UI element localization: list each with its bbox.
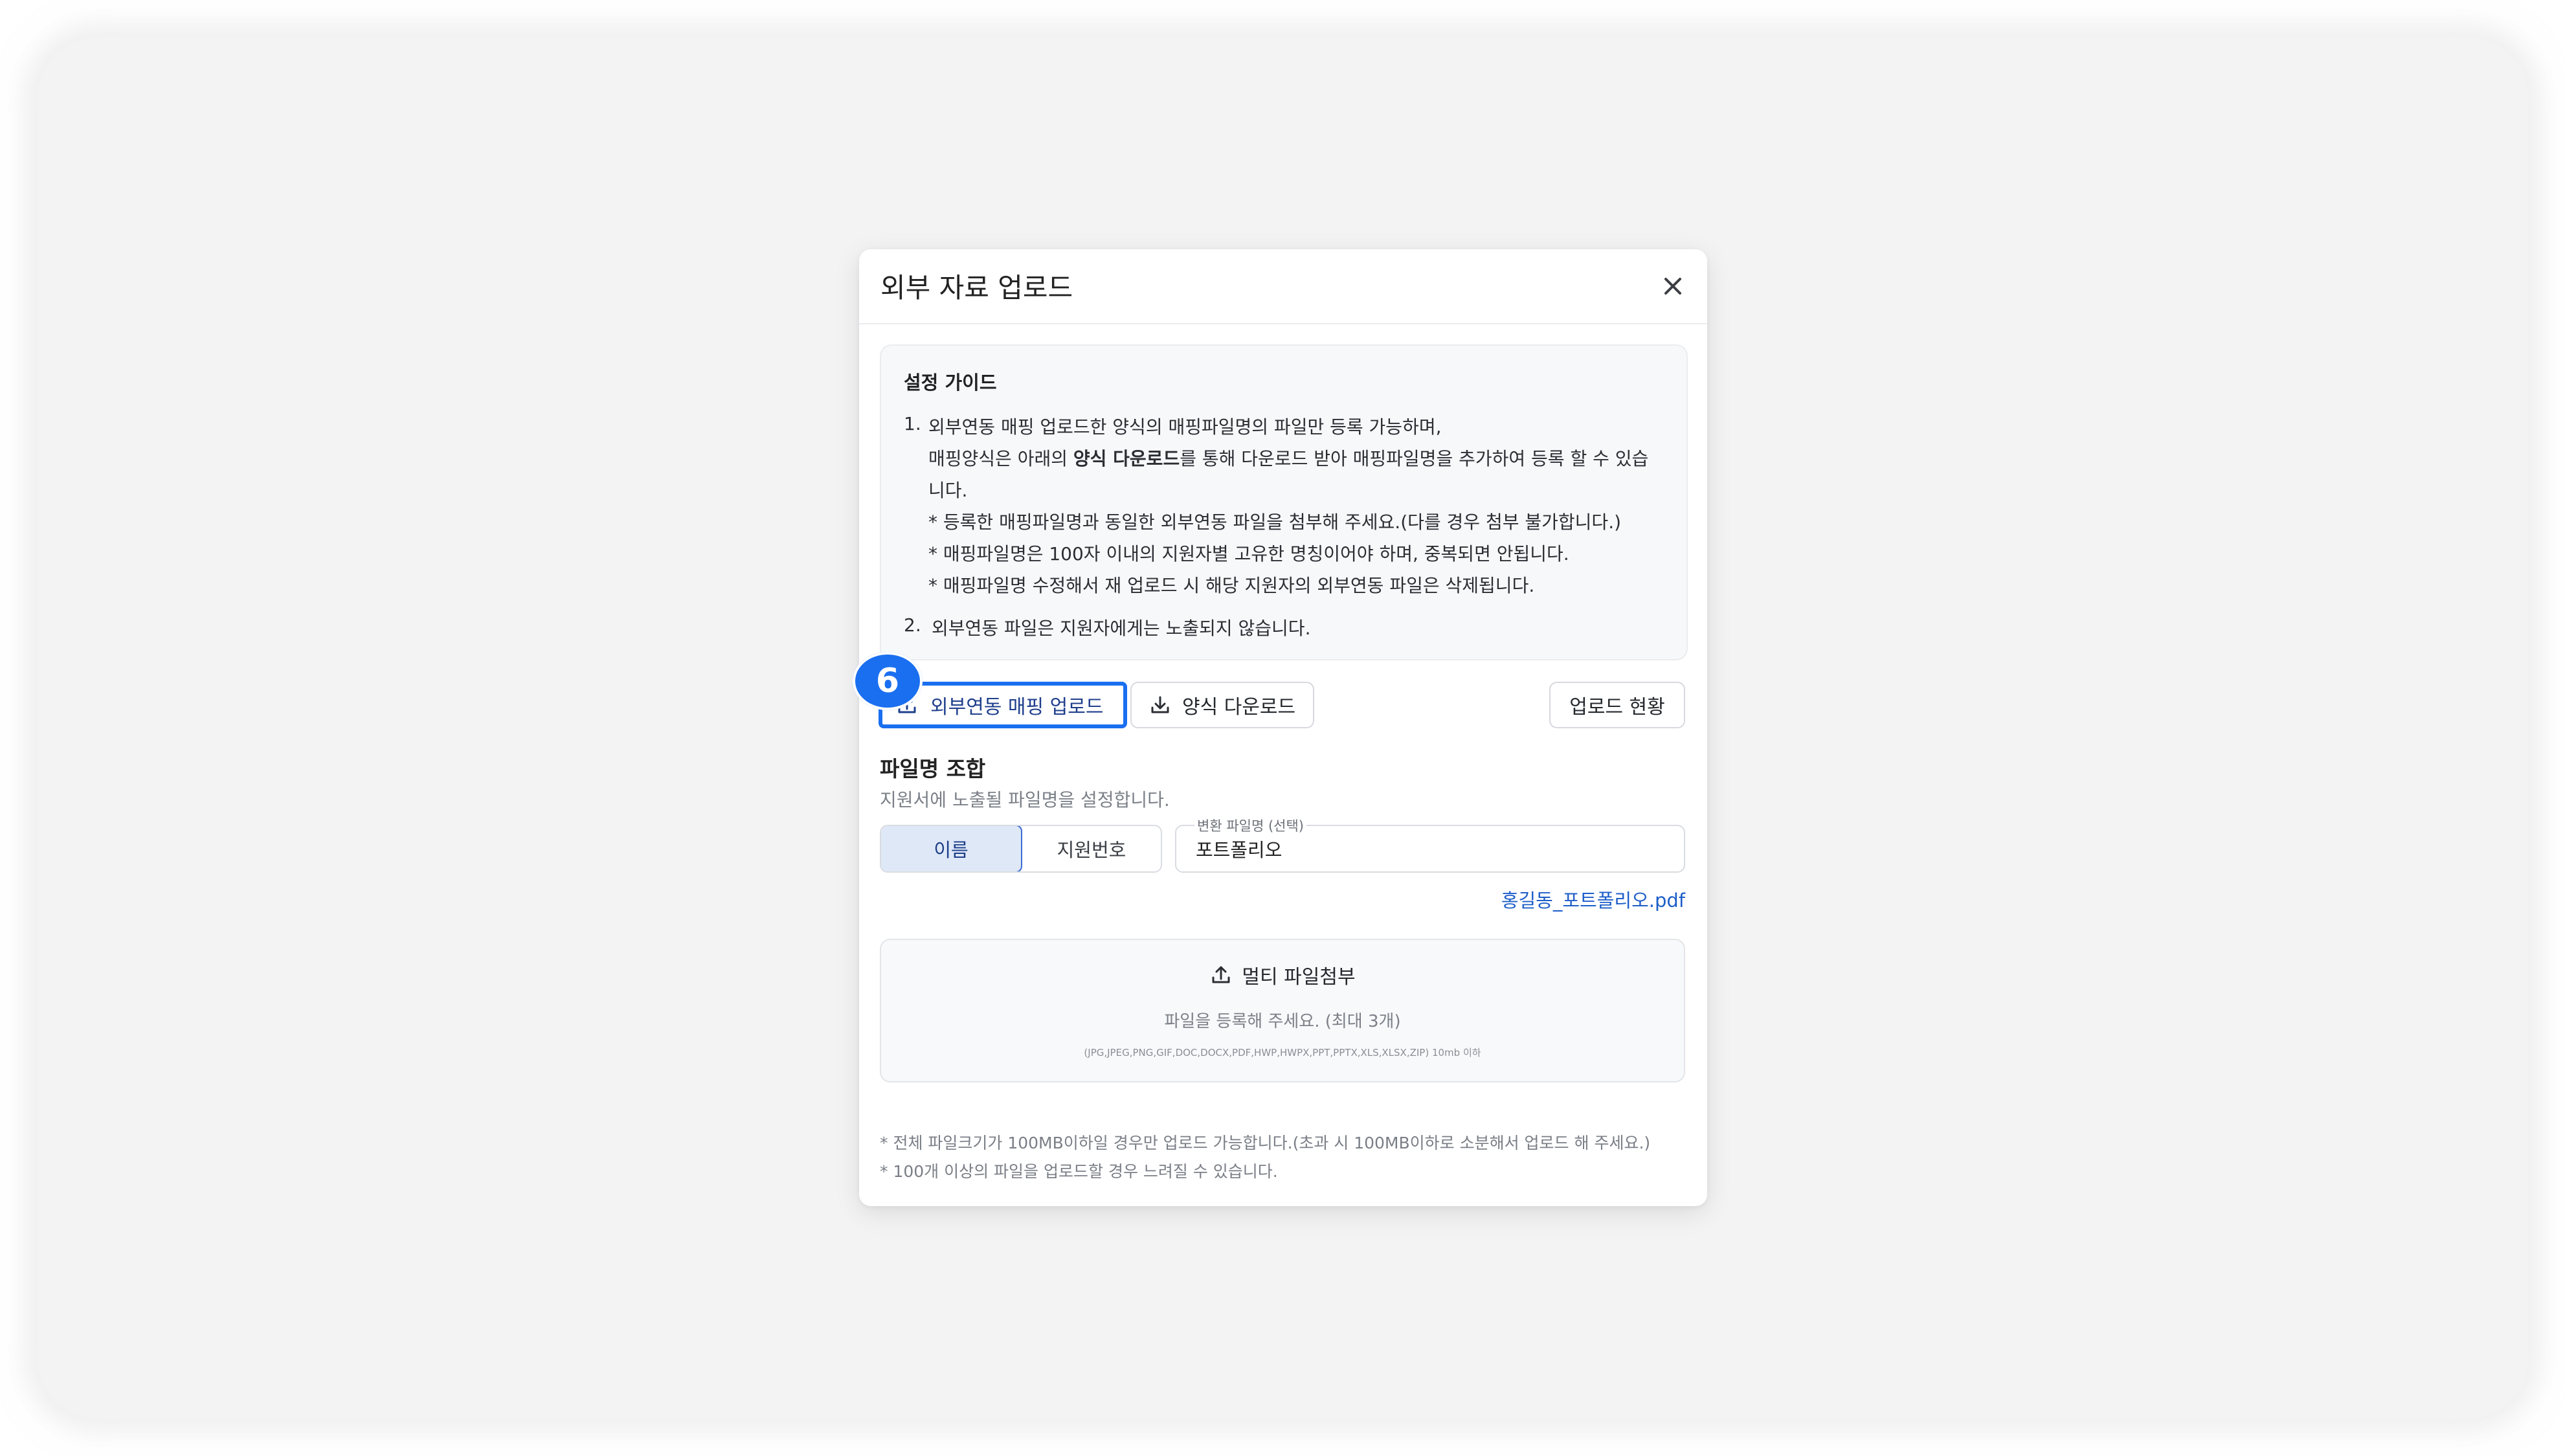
template-download-label: 양식 다운로드 bbox=[1182, 696, 1296, 719]
guide-bullet-2: * 매핑파일명은 100자 이내의 지원자별 고유한 명칭이어야 하며, 중복되… bbox=[928, 543, 1569, 565]
setup-guide-box: 설정 가이드 1. 외부연동 매핑 업로드한 양식의 매핑파일명의 파일만 등록… bbox=[880, 344, 1688, 660]
close-icon[interactable] bbox=[1657, 271, 1688, 302]
file-count-note: * 100개 이상의 파일을 업로드할 경우 느려질 수 있습니다. bbox=[880, 1162, 1278, 1181]
guide-item-1-number: 1. bbox=[904, 413, 921, 434]
multi-file-dropzone[interactable]: 멀티 파일첨부 파일을 등록해 주세요. (최대 3개) (JPG,JPEG,P… bbox=[880, 939, 1685, 1082]
mapping-upload-label: 외부연동 매핑 업로드 bbox=[930, 696, 1104, 719]
upload-modal: 외부 자료 업로드 설정 가이드 1. 외부연동 매핑 업로드한 양식의 매핑파… bbox=[853, 249, 1707, 1206]
filename-combination-toggle: 이름 지원번호 bbox=[880, 825, 1162, 873]
guide-item-1-line-1: 외부연동 매핑 업로드한 양식의 매핑파일명의 파일만 등록 가능하며, bbox=[928, 416, 1442, 438]
upload-icon bbox=[1212, 966, 1230, 983]
upload-status-button[interactable]: 업로드 현황 bbox=[1549, 682, 1685, 728]
dropzone-label: 멀티 파일첨부 bbox=[1242, 966, 1356, 989]
converted-filename-field: 변환 파일명 (선택) bbox=[1175, 816, 1685, 873]
step-badge: 6 bbox=[853, 652, 923, 710]
modal-title: 외부 자료 업로드 bbox=[880, 272, 1073, 304]
guide-item-1-line-3: 니다. bbox=[928, 480, 968, 501]
guide-item-1-line-2: 매핑양식은 아래의 양식 다운로드를 통해 다운로드 받아 매핑파일명을 추가하… bbox=[928, 448, 1649, 469]
size-limit-note: * 전체 파일크기가 100MB이하일 경우만 업로드 가능합니다.(초과 시 … bbox=[880, 1134, 1651, 1152]
filename-preview: 홍길동_포트폴리오.pdf bbox=[1501, 890, 1685, 912]
template-download-emphasis: 양식 다운로드 bbox=[1073, 448, 1180, 469]
dropzone-hint: 파일을 등록해 주세요. (최대 3개) bbox=[1164, 1012, 1401, 1031]
option-applicant-number[interactable]: 지원번호 bbox=[1022, 826, 1161, 871]
filename-section-description: 지원서에 노출될 파일명을 설정합니다. bbox=[880, 789, 1170, 811]
download-icon bbox=[1151, 696, 1169, 713]
guide-title: 설정 가이드 bbox=[904, 372, 997, 394]
dropzone-formats: (JPG,JPEG,PNG,GIF,DOC,DOCX,PDF,HWP,HWPX,… bbox=[1084, 1047, 1481, 1058]
guide-item-2-number: 2. bbox=[904, 614, 921, 636]
guide-bullet-1: * 등록한 매핑파일명과 동일한 외부연동 파일을 첨부해 주세요.(다를 경우… bbox=[928, 511, 1622, 533]
template-download-button[interactable]: 양식 다운로드 bbox=[1130, 682, 1314, 728]
modal-header: 외부 자료 업로드 bbox=[859, 249, 1707, 324]
converted-filename-label: 변환 파일명 (선택) bbox=[1194, 816, 1306, 835]
converted-filename-input[interactable] bbox=[1196, 834, 1662, 863]
guide-item-2: 외부연동 파일은 지원자에게는 노출되지 않습니다. bbox=[932, 618, 1311, 639]
multi-file-attach: 멀티 파일첨부 bbox=[881, 961, 1684, 989]
filename-section-title: 파일명 조합 bbox=[880, 756, 986, 781]
upload-status-label: 업로드 현황 bbox=[1569, 696, 1665, 719]
option-name[interactable]: 이름 bbox=[881, 826, 1022, 871]
guide-bullet-3: * 매핑파일명 수정해서 재 업로드 시 해당 지원자의 외부연동 파일은 삭제… bbox=[928, 575, 1535, 596]
